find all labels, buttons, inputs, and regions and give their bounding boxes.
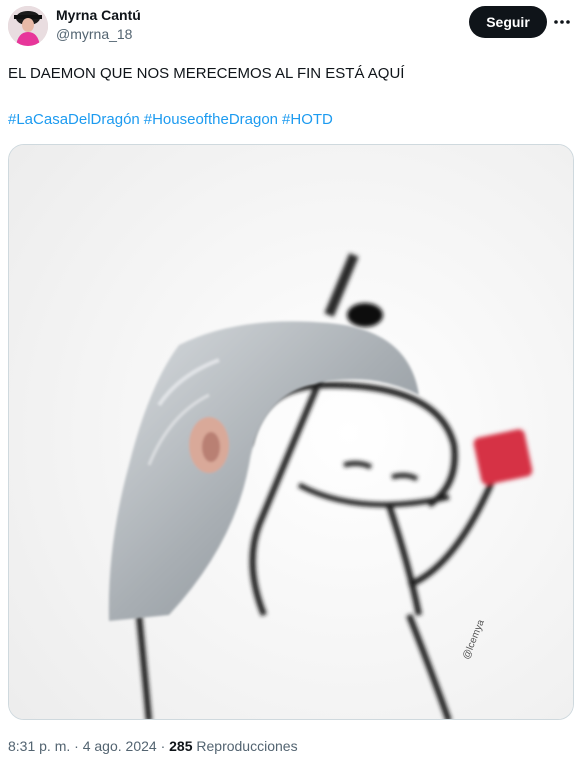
- tweet-meta: 8:31 p. m. · 4 ago. 2024 · 285 Reproducc…: [8, 737, 298, 755]
- hashtag-link[interactable]: #HouseoftheDragon: [144, 111, 278, 128]
- hashtag-line: #LaCasaDelDragón #HouseoftheDragon #HOTD: [8, 110, 568, 130]
- hashtag-link[interactable]: #LaCasaDelDragón: [8, 111, 140, 128]
- meta-separator: ·: [160, 738, 166, 754]
- views-count[interactable]: 285: [169, 738, 192, 754]
- author-display-name[interactable]: Myrna Cantú: [56, 6, 141, 24]
- follow-button[interactable]: Seguir: [469, 6, 547, 38]
- tweet-media[interactable]: @lcemya: [8, 144, 574, 720]
- more-icon[interactable]: [552, 12, 572, 32]
- avatar-photo: [8, 6, 48, 46]
- tweet-date[interactable]: 4 ago. 2024: [83, 738, 157, 754]
- tweet-header: Myrna Cantú @myrna_18 Seguir: [0, 0, 577, 56]
- hashtag-link[interactable]: #HOTD: [282, 111, 333, 128]
- meta-separator: ·: [74, 738, 79, 754]
- avatar[interactable]: [8, 6, 48, 46]
- views-label[interactable]: Reproducciones: [196, 738, 297, 754]
- author-handle[interactable]: @myrna_18: [56, 24, 141, 44]
- tweet-time[interactable]: 8:31 p. m.: [8, 738, 70, 754]
- author-block[interactable]: Myrna Cantú @myrna_18: [56, 6, 141, 44]
- tweet-text: EL DAEMON QUE NOS MERECEMOS AL FIN ESTÁ …: [8, 65, 405, 82]
- meme-image: [9, 145, 573, 719]
